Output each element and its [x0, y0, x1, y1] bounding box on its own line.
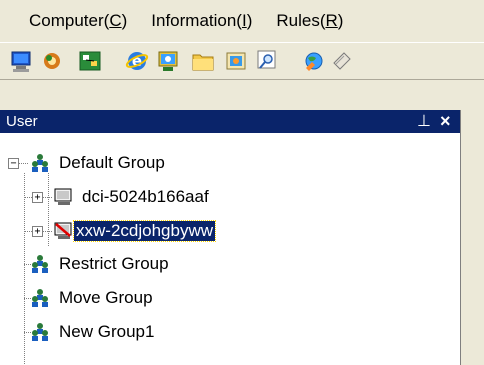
tree-line — [24, 231, 32, 232]
computer-icon — [54, 188, 72, 205]
menu-bar: Computer(C) Information(I) Rules(R) — [0, 0, 484, 42]
browser-icon[interactable]: e — [125, 49, 149, 73]
search-icon[interactable] — [256, 49, 280, 73]
close-icon[interactable]: × — [440, 112, 451, 130]
message-icon[interactable] — [224, 49, 248, 73]
menu-computer[interactable]: Computer(C) — [29, 11, 127, 31]
tree-line — [19, 163, 28, 164]
tree-node-label[interactable]: Default Group — [59, 153, 165, 173]
group-icon — [32, 255, 48, 273]
pin-icon[interactable]: ⊥ — [417, 114, 431, 130]
panel-title: User — [6, 113, 38, 130]
tree-node-label[interactable]: dci-5024b166aaf — [82, 187, 209, 207]
expand-icon[interactable]: + — [32, 226, 43, 237]
tree-line — [24, 173, 25, 364]
document-icon[interactable] — [330, 49, 354, 73]
monitor-icon[interactable] — [156, 49, 180, 73]
menu-information[interactable]: Information(I) — [151, 11, 252, 31]
network-icon[interactable] — [78, 49, 102, 73]
tree-node-label[interactable]: New Group1 — [59, 322, 154, 342]
menu-rules[interactable]: Rules(R) — [276, 11, 343, 31]
tree-node-label[interactable]: Restrict Group — [59, 254, 169, 274]
right-splitter[interactable] — [461, 110, 484, 365]
expand-icon[interactable]: + — [32, 192, 43, 203]
tree-line — [24, 197, 32, 198]
panel-header: User ⊥ × — [0, 110, 460, 133]
tree-line — [43, 197, 52, 198]
group-icon — [32, 323, 48, 341]
tree-line — [48, 173, 49, 246]
settings-icon[interactable] — [40, 49, 64, 73]
group-icon — [32, 289, 48, 307]
toolbar: e — [0, 42, 484, 80]
globe-icon[interactable] — [302, 49, 326, 73]
tree-node-label[interactable]: xxw-2cdjohgbyww — [73, 220, 216, 242]
tree-node-label[interactable]: Move Group — [59, 288, 153, 308]
collapse-icon[interactable]: − — [8, 158, 19, 169]
folder-icon[interactable] — [191, 49, 215, 73]
tree-line — [43, 231, 52, 232]
group-tree: − Default Group + dci-5024b166aaf + xxw-… — [0, 133, 460, 365]
blocked-computer-icon — [54, 222, 72, 239]
group-icon — [32, 154, 48, 172]
computer-icon[interactable] — [10, 49, 34, 73]
